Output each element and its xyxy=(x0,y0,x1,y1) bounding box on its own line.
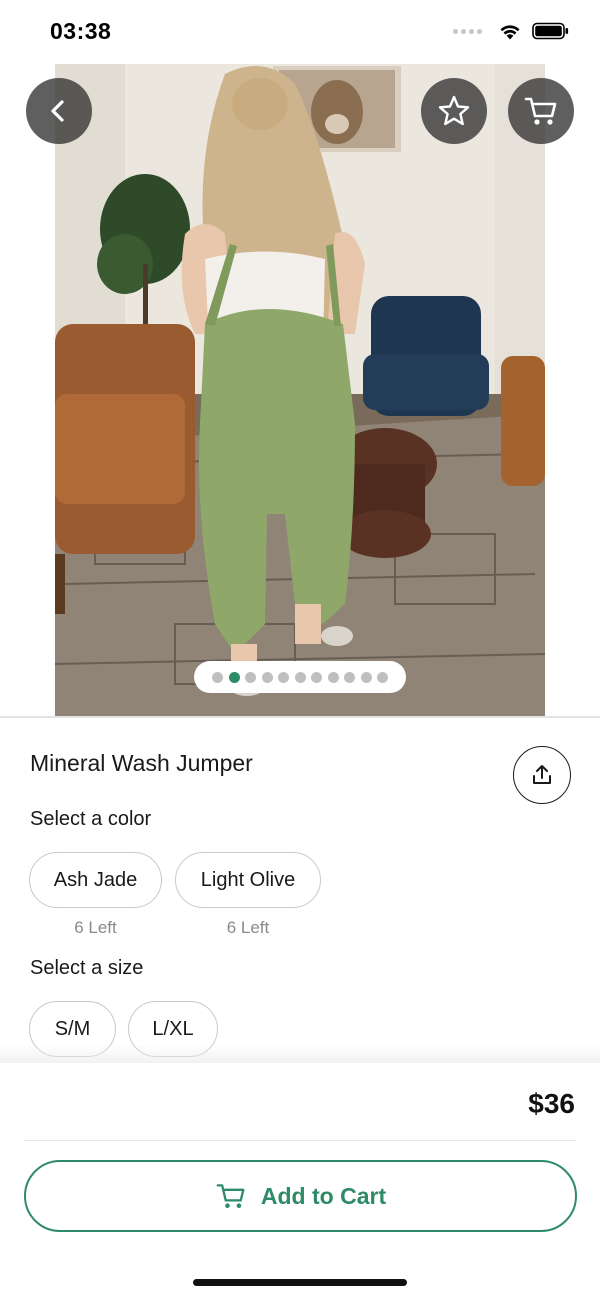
chevron-left-icon xyxy=(51,100,64,122)
battery-icon xyxy=(532,22,569,40)
pager-dot[interactable] xyxy=(294,671,306,683)
pager-dot[interactable] xyxy=(228,671,240,683)
star-icon xyxy=(438,95,470,126)
pager-dot[interactable] xyxy=(311,671,322,683)
signal-icon xyxy=(453,28,482,34)
bottom-bar-shadow xyxy=(0,1044,600,1064)
cart-icon xyxy=(524,97,557,125)
stock-count: 6 Left xyxy=(74,918,117,937)
divider xyxy=(24,1140,576,1141)
back-button[interactable] xyxy=(26,78,92,144)
pager-dot[interactable] xyxy=(261,671,273,683)
pager-dot[interactable] xyxy=(245,671,256,683)
color-option-label: Ash Jade xyxy=(53,868,138,891)
image-pager[interactable] xyxy=(194,661,406,693)
size-option-label: L/XL xyxy=(152,1017,194,1040)
status-time: 03:38 xyxy=(50,18,112,44)
stock-count: 6 Left xyxy=(226,918,270,937)
cart-icon xyxy=(216,1184,245,1208)
wifi-icon xyxy=(500,25,520,40)
share-button[interactable] xyxy=(513,746,571,804)
add-to-cart-button[interactable]: Add to Cart xyxy=(24,1160,577,1232)
color-option-light-olive[interactable]: Light Olive xyxy=(175,852,321,908)
pager-dot[interactable] xyxy=(327,671,339,683)
size-section-label: Select a size xyxy=(30,957,144,979)
color-section-label: Select a color xyxy=(30,808,152,830)
add-to-cart-label: Add to Cart xyxy=(260,1182,387,1209)
size-option-label: S/M xyxy=(54,1017,91,1040)
product-photo xyxy=(55,64,545,716)
pager-dot[interactable] xyxy=(344,671,355,683)
pager-dot[interactable] xyxy=(377,671,388,683)
color-option-label: Light Olive xyxy=(200,868,296,891)
status-bar: 03:38 xyxy=(0,0,600,64)
favorite-button[interactable] xyxy=(421,78,487,144)
pager-dot[interactable] xyxy=(278,671,289,683)
product-title: Mineral Wash Jumper xyxy=(30,750,253,776)
product-image[interactable] xyxy=(55,64,545,716)
pager-dot[interactable] xyxy=(212,671,223,683)
price: $36 xyxy=(528,1088,575,1119)
status-indicators xyxy=(453,22,570,40)
share-icon xyxy=(533,765,551,784)
color-option-ash-jade[interactable]: Ash Jade xyxy=(29,852,162,908)
home-indicator[interactable] xyxy=(193,1279,407,1286)
pager-dot[interactable] xyxy=(360,671,372,683)
cart-button[interactable] xyxy=(508,78,574,144)
divider xyxy=(0,716,600,718)
